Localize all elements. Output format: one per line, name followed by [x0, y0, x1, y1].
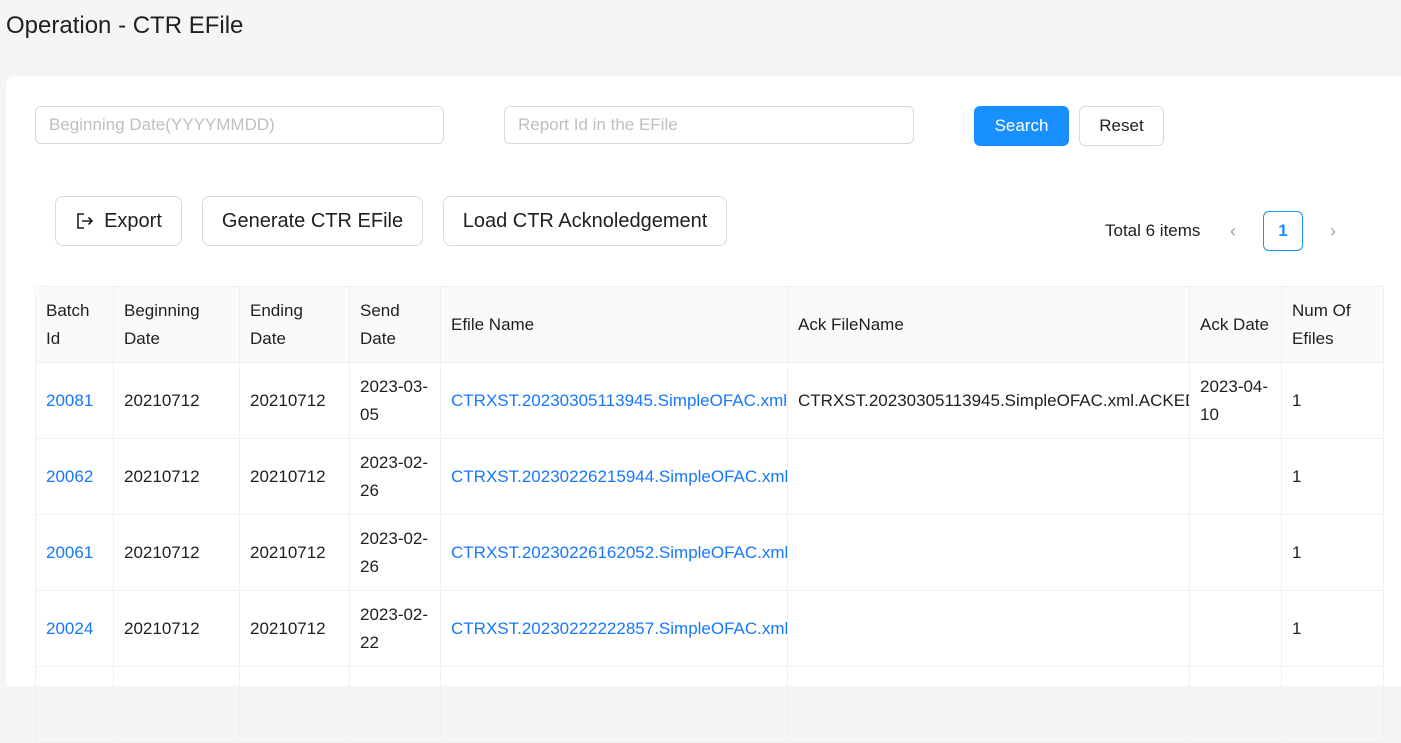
table-row[interactable]: 20081 20210712 20210712 2023-03-05 CTRXS… [35, 362, 1384, 439]
column-header-batch-id[interactable]: Batch Id [35, 286, 114, 363]
column-header-ack-filename[interactable]: Ack FileName [787, 286, 1190, 363]
pagination-total: Total 6 items [1105, 221, 1201, 240]
ack-date-cell [1189, 514, 1282, 591]
efile-name-link[interactable]: CTRXST.20230226215944.SimpleOFAC.xml [440, 438, 788, 515]
ending-date-cell: 20210712 [239, 362, 350, 439]
content-card: Search Reset Export Generate CTR EFile L… [6, 76, 1401, 743]
load-ctr-acknowledgement-button[interactable]: Load CTR Acknoledgement [443, 196, 727, 246]
ack-filename-cell [787, 514, 1190, 591]
column-header-send-date[interactable]: Send Date [349, 286, 441, 363]
pagination-page-1[interactable]: 1 [1263, 211, 1303, 251]
num-efiles-cell: 1 [1281, 590, 1384, 667]
beginning-date-cell: 20210712 [113, 514, 240, 591]
generate-ctr-efile-button[interactable]: Generate CTR EFile [202, 196, 423, 246]
table-row[interactable]: 20024 20210712 20210712 2023-02-22 CTRXS… [35, 590, 1384, 667]
ack-filename-cell [787, 438, 1190, 515]
batch-id-link[interactable]: 20081 [35, 362, 114, 439]
num-efiles-cell: 1 [1281, 438, 1384, 515]
num-efiles-cell: 1 [1281, 362, 1384, 439]
pagination-prev-icon[interactable]: ‹ [1218, 214, 1248, 248]
ack-date-cell [1189, 590, 1282, 667]
efile-name-link[interactable]: CTRXST.20230222222857.SimpleOFAC.xml [440, 590, 788, 667]
num-efiles-cell: 1 [1281, 514, 1384, 591]
send-date-cell: 2023-02-22 [349, 590, 441, 667]
column-header-num-efiles[interactable]: Num Of Efiles [1281, 286, 1384, 363]
reset-button[interactable]: Reset [1079, 106, 1164, 146]
column-header-beginning-date[interactable]: Beginning Date [113, 286, 240, 363]
column-header-efile-name[interactable]: Efile Name [440, 286, 788, 363]
send-date-cell: 2023-02-26 [349, 514, 441, 591]
table-header-row: Batch Id Beginning Date Ending Date Send… [35, 286, 1384, 363]
ending-date-cell: 20210712 [239, 438, 350, 515]
send-date-cell: 2023-03-05 [349, 362, 441, 439]
report-id-input[interactable] [504, 106, 914, 144]
export-label: Export [104, 209, 162, 232]
beginning-date-cell: 20210712 [113, 590, 240, 667]
ending-date-cell: 20210712 [239, 514, 350, 591]
ack-filename-cell [787, 590, 1190, 667]
batch-id-link[interactable]: 20061 [35, 514, 114, 591]
send-date-cell: 2023-02-26 [349, 438, 441, 515]
column-header-ending-date[interactable]: Ending Date [239, 286, 350, 363]
ending-date-cell: 20210712 [239, 590, 350, 667]
table-row[interactable]: 20062 20210712 20210712 2023-02-26 CTRXS… [35, 438, 1384, 515]
beginning-date-input[interactable] [35, 106, 444, 144]
efile-name-link[interactable]: CTRXST.20230226162052.SimpleOFAC.xml [440, 514, 788, 591]
efile-table: Batch Id Beginning Date Ending Date Send… [35, 286, 1384, 743]
ack-date-cell [1189, 438, 1282, 515]
search-button[interactable]: Search [974, 106, 1069, 146]
export-icon [77, 213, 94, 229]
batch-id-link[interactable]: 20024 [35, 590, 114, 667]
table-row[interactable]: 20061 20210712 20210712 2023-02-26 CTRXS… [35, 514, 1384, 591]
ack-filename-cell: CTRXST.20230305113945.SimpleOFAC.xml.ACK… [787, 362, 1190, 439]
export-button[interactable]: Export [55, 196, 182, 246]
beginning-date-cell: 20210712 [113, 438, 240, 515]
efile-name-link[interactable]: CTRXST.20230305113945.SimpleOFAC.xml [440, 362, 788, 439]
ack-date-cell: 2023-04-10 [1189, 362, 1282, 439]
column-header-ack-date[interactable]: Ack Date [1189, 286, 1282, 363]
page-title: Operation - CTR EFile [6, 12, 244, 39]
beginning-date-cell: 20210712 [113, 362, 240, 439]
batch-id-link[interactable]: 20062 [35, 438, 114, 515]
pagination-next-icon[interactable]: › [1318, 214, 1348, 248]
